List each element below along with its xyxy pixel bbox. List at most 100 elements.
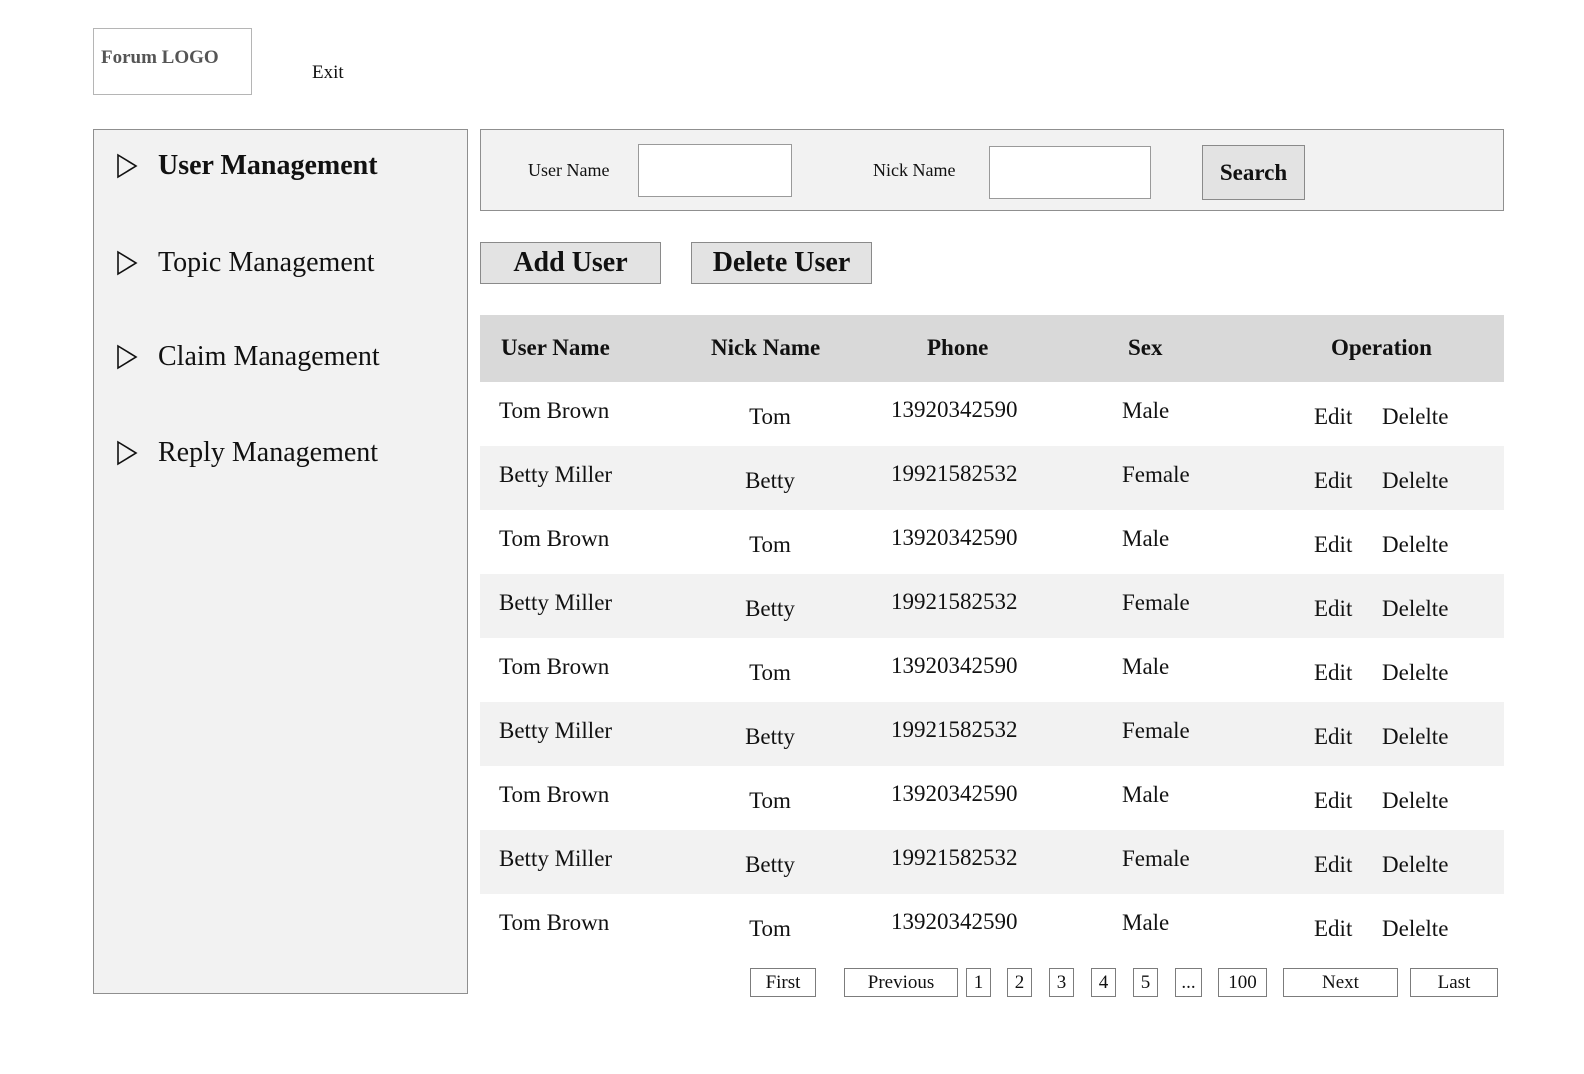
delete-link[interactable]: Delelte <box>1382 596 1448 622</box>
table-row: Betty Miller Betty 19921582532 Female Edit De… <box>480 574 1504 638</box>
cell-user-name: Tom Brown <box>499 526 610 551</box>
first-page-button[interactable]: First <box>750 968 816 997</box>
cell-user-name: Tom Brown <box>499 654 610 679</box>
delete-link[interactable]: Delelte <box>1382 916 1448 942</box>
sidebar-item-label: Claim Management <box>158 341 380 372</box>
cell-sex: Female <box>1122 846 1190 871</box>
triangle-right-outline-icon <box>117 344 138 370</box>
search-panel: User Name Nick Name Search <box>480 129 1504 211</box>
table-row: Tom Brown Tom 13920342590 Male Edit Delelte <box>480 638 1504 702</box>
edit-link[interactable]: Edit <box>1314 660 1352 686</box>
previous-page-button[interactable]: Previous <box>844 968 958 997</box>
cell-user-name: Tom Brown <box>499 782 610 807</box>
nick-name-label: Nick Name <box>873 160 956 180</box>
cell-nick-name: Betty <box>745 852 795 877</box>
delete-link[interactable]: Delelte <box>1382 468 1448 494</box>
cell-phone: 13920342590 <box>891 397 1018 422</box>
cell-sex: Female <box>1122 718 1190 743</box>
edit-link[interactable]: Edit <box>1314 852 1352 878</box>
delete-link[interactable]: Delelte <box>1382 404 1448 430</box>
page-button-3[interactable]: 3 <box>1049 968 1074 997</box>
logo-text: Forum LOGO <box>101 47 219 68</box>
delete-link[interactable]: Delelte <box>1382 660 1448 686</box>
edit-link[interactable]: Edit <box>1314 404 1352 430</box>
user-name-label: User Name <box>528 160 610 180</box>
cell-phone: 19921582532 <box>891 589 1018 614</box>
cell-phone: 13920342590 <box>891 781 1018 806</box>
column-header-nick-name: Nick Name <box>711 335 821 360</box>
cell-nick-name: Betty <box>745 468 795 493</box>
cell-user-name: Tom Brown <box>499 910 610 935</box>
delete-link[interactable]: Delelte <box>1382 724 1448 750</box>
sidebar: User Management Topic Management Claim M… <box>93 129 468 994</box>
last-page-button[interactable]: Last <box>1410 968 1498 997</box>
triangle-right-outline-icon <box>117 440 138 466</box>
table-body: Tom Brown Tom 13920342590 Male Edit Delelte Be… <box>480 382 1504 958</box>
edit-link[interactable]: Edit <box>1314 468 1352 494</box>
page-button-5[interactable]: 5 <box>1133 968 1158 997</box>
delete-link[interactable]: Delelte <box>1382 788 1448 814</box>
cell-nick-name: Tom <box>749 660 791 685</box>
cell-nick-name: Betty <box>745 596 795 621</box>
cell-nick-name: Tom <box>749 916 791 941</box>
triangle-right-outline-icon <box>117 250 138 276</box>
user-name-input[interactable] <box>638 144 792 197</box>
cell-user-name: Betty Miller <box>499 462 613 487</box>
table-row: Tom Brown Tom 13920342590 Male Edit Delelte <box>480 510 1504 574</box>
cell-phone: 13920342590 <box>891 909 1018 934</box>
table-header: User Name Nick Name Phone Sex Operation <box>480 315 1504 382</box>
cell-nick-name: Tom <box>749 532 791 557</box>
next-page-button[interactable]: Next <box>1283 968 1398 997</box>
cell-phone: 19921582532 <box>891 717 1018 742</box>
page-button-4[interactable]: 4 <box>1091 968 1116 997</box>
sidebar-item-label: Reply Management <box>158 437 379 468</box>
edit-link[interactable]: Edit <box>1314 596 1352 622</box>
page-button-100[interactable]: 100 <box>1218 968 1267 997</box>
cell-user-name: Tom Brown <box>499 398 610 423</box>
delete-user-button[interactable]: Delete User <box>691 242 872 284</box>
cell-nick-name: Tom <box>749 404 791 429</box>
table-row: Tom Brown Tom 13920342590 Male Edit Delelte <box>480 766 1504 830</box>
table-row: Tom Brown Tom 13920342590 Male Edit Delelte <box>480 894 1504 958</box>
edit-link[interactable]: Edit <box>1314 916 1352 942</box>
page-ellipsis[interactable]: ... <box>1175 968 1202 997</box>
cell-sex: Male <box>1122 910 1170 935</box>
exit-link[interactable]: Exit <box>312 62 344 84</box>
cell-phone: 13920342590 <box>891 525 1018 550</box>
cell-phone: 19921582532 <box>891 461 1018 486</box>
page-button-1[interactable]: 1 <box>966 968 991 997</box>
sidebar-item-label: Topic Management <box>158 247 375 278</box>
delete-link[interactable]: Delelte <box>1382 852 1448 878</box>
column-header-sex: Sex <box>1128 335 1163 360</box>
cell-user-name: Betty Miller <box>499 846 613 871</box>
sidebar-item-reply-management[interactable]: Reply Management <box>116 435 378 471</box>
search-button[interactable]: Search <box>1202 145 1305 200</box>
sidebar-item-label: User Management <box>158 150 378 181</box>
nick-name-input[interactable] <box>989 146 1151 199</box>
cell-nick-name: Betty <box>745 724 795 749</box>
cell-sex: Male <box>1122 398 1170 423</box>
add-user-button[interactable]: Add User <box>480 242 661 284</box>
cell-sex: Male <box>1122 654 1170 679</box>
sidebar-item-claim-management[interactable]: Claim Management <box>116 339 380 375</box>
column-header-user-name: User Name <box>501 335 610 360</box>
sidebar-item-user-management[interactable]: User Management <box>116 148 378 184</box>
column-header-phone: Phone <box>927 335 989 360</box>
cell-sex: Female <box>1122 590 1190 615</box>
cell-sex: Male <box>1122 782 1170 807</box>
cell-sex: Female <box>1122 462 1190 487</box>
user-table: User Name Nick Name Phone Sex Operation … <box>480 315 1504 958</box>
column-header-operation: Operation <box>1331 335 1432 360</box>
edit-link[interactable]: Edit <box>1314 724 1352 750</box>
page-button-2[interactable]: 2 <box>1007 968 1032 997</box>
forum-logo: Forum LOGO <box>93 28 252 95</box>
cell-sex: Male <box>1122 526 1170 551</box>
table-row: Betty Miller Betty 19921582532 Female Edit De… <box>480 830 1504 894</box>
table-row: Betty Miller Betty 19921582532 Female Edit De… <box>480 446 1504 510</box>
edit-link[interactable]: Edit <box>1314 788 1352 814</box>
edit-link[interactable]: Edit <box>1314 532 1352 558</box>
cell-user-name: Betty Miller <box>499 590 613 615</box>
delete-link[interactable]: Delelte <box>1382 532 1448 558</box>
cell-phone: 13920342590 <box>891 653 1018 678</box>
sidebar-item-topic-management[interactable]: Topic Management <box>116 245 375 281</box>
